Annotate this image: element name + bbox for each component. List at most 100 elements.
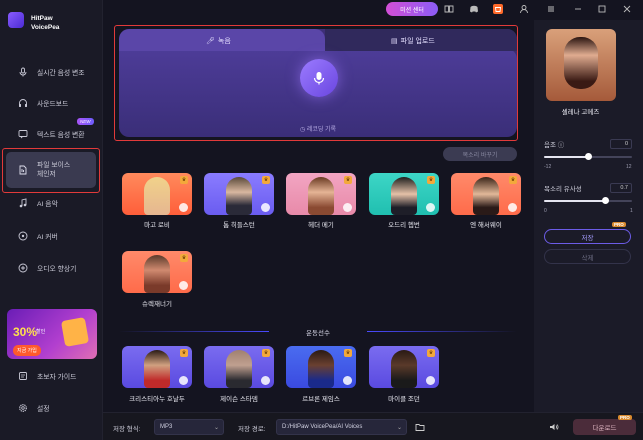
voice-card[interactable]: ♛ (204, 346, 274, 388)
pitch-value-input[interactable]: 0 (610, 139, 632, 149)
sidebar-item-label: 설정 (37, 406, 50, 413)
format-select[interactable]: MP3 ⌄ (154, 419, 224, 435)
sidebar-item-ai-music[interactable]: AI 음악 (6, 193, 96, 213)
mission-label: 미션 센터 (400, 7, 424, 14)
voice-card[interactable]: ♛ (122, 251, 192, 293)
app-name-line2: VoicePea (31, 24, 60, 31)
book-icon (18, 371, 28, 381)
download-icon[interactable] (508, 203, 517, 212)
user-icon[interactable] (519, 4, 529, 14)
voice-name: 크리스티아누 호날두 (129, 396, 185, 403)
tab-record-text: 녹음 (217, 38, 231, 45)
avatar-face (564, 37, 598, 89)
download-icon[interactable] (426, 376, 435, 385)
menu-icon[interactable] (546, 4, 556, 14)
similarity-slider-fill (544, 200, 606, 202)
shop-icon[interactable] (493, 4, 503, 14)
disc-icon (18, 231, 28, 241)
sidebar-item-realtime[interactable]: 실시간 음성 변조 (6, 62, 96, 82)
sidebar-item-label: 파일 보이스 체인저 (37, 162, 71, 178)
voice-avatar (226, 177, 252, 215)
selected-voice-avatar (546, 29, 616, 101)
chevron-down-icon: ⌄ (213, 425, 219, 431)
recording-history-link[interactable]: ◷ 레코딩 기록 (119, 124, 517, 133)
sidebar-item-label: AI 음악 (37, 201, 58, 208)
minimize-icon[interactable] (573, 4, 583, 14)
sidebar-item-label: 오디오 향상기 (37, 266, 77, 273)
pitch-min: -12 (544, 164, 552, 170)
sidebar-item-file-voice-changer[interactable]: 파일 보이스 체인저 (6, 152, 96, 188)
tab-upload-label: ▤ 파일 업로드 (391, 36, 435, 46)
mission-center-button[interactable]: 미션 센터 (386, 2, 438, 16)
sidebar-item-label: 초보자 가이드 (37, 374, 77, 381)
voice-avatar (391, 350, 417, 388)
voice-card[interactable]: ♛ (286, 173, 356, 215)
file-icon: ▤ (391, 38, 398, 45)
download-icon[interactable] (261, 203, 270, 212)
sidebar-item-tts[interactable]: 텍스트 음성 변환 (6, 124, 96, 144)
promo-discount: 30% (13, 325, 38, 339)
save-button[interactable]: 저장 (544, 229, 631, 244)
voice-card[interactable]: ♛ (286, 346, 356, 388)
crown-icon: ♛ (509, 176, 517, 184)
tab-record-label: 🎤︎ 녹음 (206, 36, 231, 46)
sidebar-item-audio-enhancer[interactable]: 오디오 향상기 (6, 258, 96, 278)
download-icon[interactable] (179, 203, 188, 212)
similarity-max: 1 (630, 208, 633, 214)
pitch-slider-knob[interactable] (584, 153, 592, 160)
voice-card[interactable]: ♛ (122, 346, 192, 388)
book-icon[interactable] (444, 4, 454, 14)
download-icon[interactable] (426, 203, 435, 212)
download-icon[interactable] (179, 281, 188, 290)
sidebar-item-guide[interactable]: 초보자 가이드 (6, 366, 96, 386)
sidebar-item-settings[interactable]: 설정 (6, 398, 96, 418)
similarity-slider-knob[interactable] (602, 197, 610, 204)
discord-icon[interactable] (469, 4, 479, 14)
voice-card[interactable]: ♛ (451, 173, 521, 215)
app-window: HitPaw VoicePea 실시간 음성 변조 사운드보드 NEW 텍스트 … (0, 0, 643, 440)
tab-upload-text: 파일 업로드 (400, 38, 435, 45)
download-button[interactable]: 다운로드 (573, 419, 636, 435)
sidebar-item-ai-cover[interactable]: AI 커버 (6, 226, 96, 246)
similarity-value-input[interactable]: 0.7 (610, 183, 632, 193)
mic-icon (18, 67, 28, 77)
voice-card[interactable]: ♛ (122, 173, 192, 215)
record-mic-button[interactable] (300, 59, 338, 97)
path-select[interactable]: D:/HitPaw VoicePea/AI Voices ⌄ (276, 419, 407, 435)
voice-name: 헤더 메기 (308, 222, 334, 229)
sidebar: HitPaw VoicePea 실시간 음성 변조 사운드보드 NEW 텍스트 … (0, 0, 103, 440)
voice-avatar (391, 177, 417, 215)
similarity-slider[interactable] (544, 197, 632, 204)
sidebar-item-soundboard[interactable]: 사운드보드 (6, 93, 96, 113)
maximize-icon[interactable] (597, 4, 607, 14)
promo-discount-suffix: 할인 (36, 329, 46, 335)
section-title: 운동선수 (119, 327, 517, 337)
crown-icon: ♛ (262, 349, 270, 357)
pitch-slider[interactable] (544, 153, 632, 160)
folder-icon[interactable] (415, 422, 425, 432)
sidebar-item-label: 사운드보드 (37, 101, 69, 108)
volume-icon[interactable] (549, 422, 559, 432)
delete-button[interactable]: 삭제 (544, 249, 631, 264)
voice-card[interactable]: ♛ (369, 173, 439, 215)
mic-icon: 🎤︎ (206, 38, 215, 45)
promo-cta-button[interactable]: 지금 가입 (13, 345, 41, 356)
path-value: D:/HitPaw VoicePea/AI Voices (282, 424, 363, 430)
voice-card[interactable]: ♛ (369, 346, 439, 388)
info-icon: ⓘ (557, 142, 565, 149)
change-voice-button[interactable]: 목소리 바꾸기 (443, 147, 517, 161)
download-icon[interactable] (343, 203, 352, 212)
chevron-down-icon: ⌄ (396, 425, 402, 431)
download-icon[interactable] (343, 376, 352, 385)
download-icon[interactable] (179, 376, 188, 385)
promo-banner[interactable]: 30% 할인 지금 가입 (7, 309, 97, 359)
voice-name: 톰 히들스턴 (223, 222, 255, 229)
file-audio-icon (18, 165, 28, 175)
voice-card[interactable]: ♛ (204, 173, 274, 215)
download-icon[interactable] (261, 376, 270, 385)
music-ai-icon (18, 198, 28, 208)
voice-name: 엔 해서웨이 (470, 222, 502, 229)
crown-icon: ♛ (427, 349, 435, 357)
close-icon[interactable] (622, 4, 632, 14)
sidebar-item-label: AI 커버 (37, 234, 58, 241)
